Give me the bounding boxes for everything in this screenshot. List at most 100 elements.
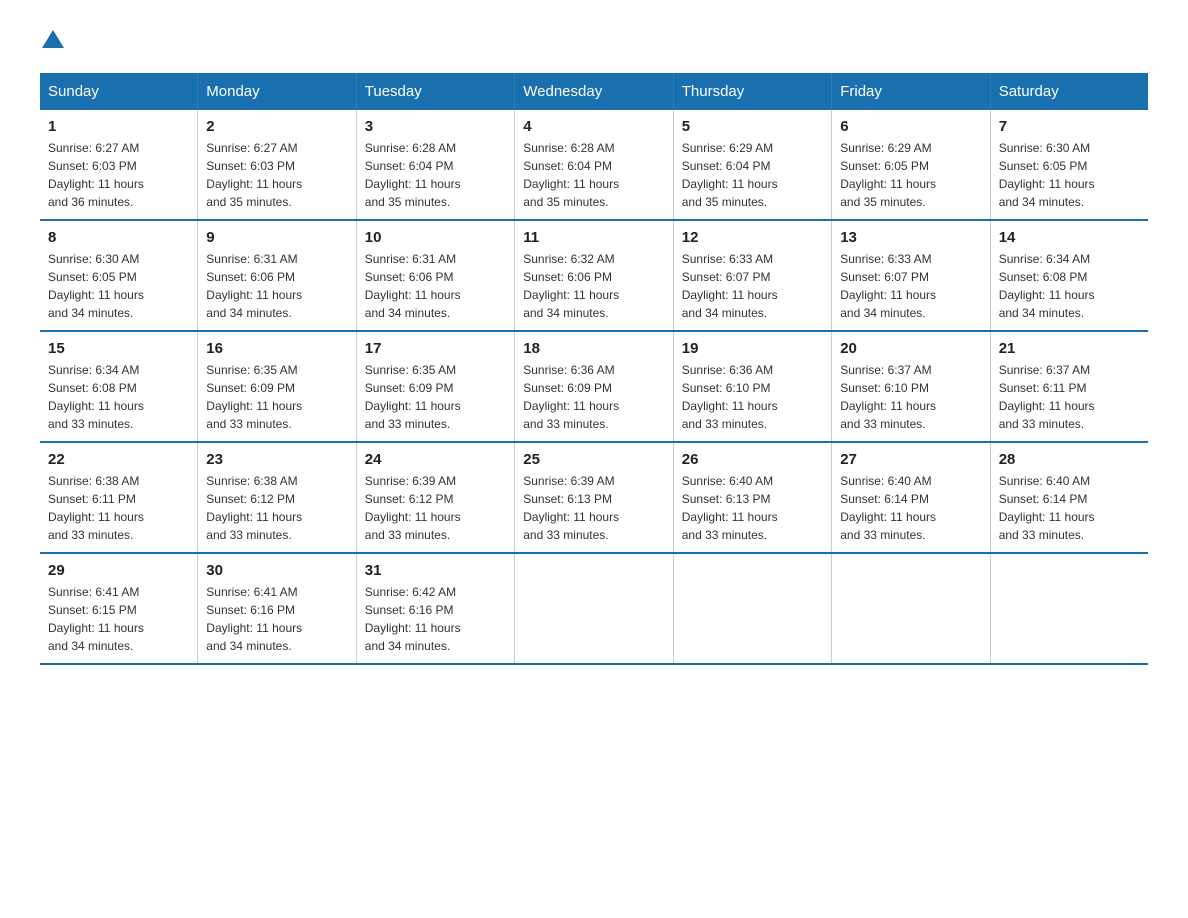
- day-number: 20: [840, 340, 981, 357]
- day-cell: 12 Sunrise: 6:33 AMSunset: 6:07 PMDayligh…: [673, 220, 831, 331]
- day-number: 26: [682, 451, 823, 468]
- day-info: Sunrise: 6:28 AMSunset: 6:04 PMDaylight:…: [523, 139, 664, 211]
- day-cell: 10 Sunrise: 6:31 AMSunset: 6:06 PMDayligh…: [356, 220, 514, 331]
- day-info: Sunrise: 6:38 AMSunset: 6:11 PMDaylight:…: [48, 472, 189, 544]
- day-cell: 21 Sunrise: 6:37 AMSunset: 6:11 PMDayligh…: [990, 331, 1148, 442]
- header-cell-sunday: Sunday: [40, 73, 198, 110]
- day-number: 5: [682, 118, 823, 135]
- day-cell: 8Sunrise: 6:30 AMSunset: 6:05 PMDaylight…: [40, 220, 198, 331]
- header-cell-saturday: Saturday: [990, 73, 1148, 110]
- day-cell: 1Sunrise: 6:27 AMSunset: 6:03 PMDaylight…: [40, 110, 198, 220]
- logo-triangle-icon: [42, 30, 64, 48]
- day-number: 1: [48, 118, 189, 135]
- day-cell: 13 Sunrise: 6:33 AMSunset: 6:07 PMDayligh…: [832, 220, 990, 331]
- header-cell-monday: Monday: [198, 73, 356, 110]
- day-cell: 4 Sunrise: 6:28 AMSunset: 6:04 PMDaylight…: [515, 110, 673, 220]
- day-info: Sunrise: 6:35 AMSunset: 6:09 PMDaylight:…: [206, 361, 347, 433]
- day-cell: 26 Sunrise: 6:40 AMSunset: 6:13 PMDayligh…: [673, 442, 831, 553]
- week-row-1: 1 Sunrise: 6:27 AMSunset: 6:03 PMDaylight…: [40, 110, 1148, 220]
- day-number: 21: [999, 340, 1140, 357]
- day-info: Sunrise: 6:29 AMSunset: 6:05 PMDaylight:…: [840, 139, 981, 211]
- day-cell: 2 Sunrise: 6:27 AMSunset: 6:03 PMDaylight…: [198, 110, 356, 220]
- day-number: 7: [999, 118, 1140, 135]
- day-number: 10: [365, 229, 506, 246]
- day-cell: 30 Sunrise: 6:41 AMSunset: 6:16 PMDayligh…: [198, 553, 356, 664]
- day-cell: [990, 553, 1148, 664]
- day-number: 27: [840, 451, 981, 468]
- day-number: 23: [206, 451, 347, 468]
- day-cell: 3Sunrise: 6:28 AMSunset: 6:04 PMDaylight…: [356, 110, 514, 220]
- day-cell: 15Sunrise: 6:34 AMSunset: 6:08 PMDayligh…: [40, 331, 198, 442]
- day-cell: 28 Sunrise: 6:40 AMSunset: 6:14 PMDayligh…: [990, 442, 1148, 553]
- day-cell: 5 Sunrise: 6:29 AMSunset: 6:04 PMDaylight…: [673, 110, 831, 220]
- day-number: 31: [365, 562, 506, 579]
- day-number: 18: [523, 340, 664, 357]
- day-number: 16: [206, 340, 347, 357]
- day-info: Sunrise: 6:31 AMSunset: 6:06 PMDaylight:…: [206, 250, 347, 322]
- day-cell: 9 Sunrise: 6:31 AMSunset: 6:06 PMDaylight…: [198, 220, 356, 331]
- day-info: Sunrise: 6:35 AMSunset: 6:09 PMDaylight:…: [365, 361, 506, 433]
- day-cell: 19 Sunrise: 6:36 AMSunset: 6:10 PMDayligh…: [673, 331, 831, 442]
- day-cell: 18Sunrise: 6:36 AMSunset: 6:09 PMDayligh…: [515, 331, 673, 442]
- day-info: Sunrise: 6:29 AMSunset: 6:04 PMDaylight:…: [682, 139, 823, 211]
- day-number: 8: [48, 229, 189, 246]
- day-number: 4: [523, 118, 664, 135]
- day-cell: 31 Sunrise: 6:42 AMSunset: 6:16 PMDayligh…: [356, 553, 514, 664]
- day-info: Sunrise: 6:36 AMSunset: 6:10 PMDaylight:…: [682, 361, 823, 433]
- day-number: 30: [206, 562, 347, 579]
- day-info: Sunrise: 6:37 AMSunset: 6:10 PMDaylight:…: [840, 361, 981, 433]
- day-number: 19: [682, 340, 823, 357]
- day-cell: 25 Sunrise: 6:39 AMSunset: 6:13 PMDayligh…: [515, 442, 673, 553]
- day-info: Sunrise: 6:38 AMSunset: 6:12 PMDaylight:…: [206, 472, 347, 544]
- day-info: Sunrise: 6:30 AMSunset: 6:05 PMDaylight:…: [999, 139, 1140, 211]
- week-row-3: 15Sunrise: 6:34 AMSunset: 6:08 PMDayligh…: [40, 331, 1148, 442]
- day-number: 25: [523, 451, 664, 468]
- day-info: Sunrise: 6:40 AMSunset: 6:14 PMDaylight:…: [840, 472, 981, 544]
- day-cell: 29Sunrise: 6:41 AMSunset: 6:15 PMDayligh…: [40, 553, 198, 664]
- page-header: [40, 30, 1148, 53]
- day-number: 12: [682, 229, 823, 246]
- day-cell: 22 Sunrise: 6:38 AMSunset: 6:11 PMDayligh…: [40, 442, 198, 553]
- logo: [40, 30, 64, 53]
- day-cell: [515, 553, 673, 664]
- day-info: Sunrise: 6:31 AMSunset: 6:06 PMDaylight:…: [365, 250, 506, 322]
- day-number: 13: [840, 229, 981, 246]
- week-row-2: 8Sunrise: 6:30 AMSunset: 6:05 PMDaylight…: [40, 220, 1148, 331]
- header-cell-wednesday: Wednesday: [515, 73, 673, 110]
- day-info: Sunrise: 6:40 AMSunset: 6:14 PMDaylight:…: [999, 472, 1140, 544]
- week-row-4: 22 Sunrise: 6:38 AMSunset: 6:11 PMDayligh…: [40, 442, 1148, 553]
- day-number: 9: [206, 229, 347, 246]
- day-number: 24: [365, 451, 506, 468]
- day-number: 6: [840, 118, 981, 135]
- day-info: Sunrise: 6:40 AMSunset: 6:13 PMDaylight:…: [682, 472, 823, 544]
- day-number: 2: [206, 118, 347, 135]
- day-info: Sunrise: 6:27 AMSunset: 6:03 PMDaylight:…: [206, 139, 347, 211]
- day-info: Sunrise: 6:34 AMSunset: 6:08 PMDaylight:…: [48, 361, 189, 433]
- day-cell: 24Sunrise: 6:39 AMSunset: 6:12 PMDayligh…: [356, 442, 514, 553]
- calendar-body: 1 Sunrise: 6:27 AMSunset: 6:03 PMDaylight…: [40, 110, 1148, 664]
- day-number: 22: [48, 451, 189, 468]
- day-cell: 27 Sunrise: 6:40 AMSunset: 6:14 PMDayligh…: [832, 442, 990, 553]
- calendar-header: SundayMondayTuesdayWednesdayThursdayFrid…: [40, 73, 1148, 110]
- day-info: Sunrise: 6:28 AMSunset: 6:04 PMDaylight:…: [365, 139, 506, 211]
- day-cell: 7 Sunrise: 6:30 AMSunset: 6:05 PMDaylight…: [990, 110, 1148, 220]
- header-cell-tuesday: Tuesday: [356, 73, 514, 110]
- day-cell: 16 Sunrise: 6:35 AMSunset: 6:09 PMDayligh…: [198, 331, 356, 442]
- day-info: Sunrise: 6:32 AMSunset: 6:06 PMDaylight:…: [523, 250, 664, 322]
- day-info: Sunrise: 6:41 AMSunset: 6:16 PMDaylight:…: [206, 583, 347, 655]
- day-number: 29: [48, 562, 189, 579]
- header-cell-thursday: Thursday: [673, 73, 831, 110]
- day-info: Sunrise: 6:39 AMSunset: 6:13 PMDaylight:…: [523, 472, 664, 544]
- day-info: Sunrise: 6:42 AMSunset: 6:16 PMDaylight:…: [365, 583, 506, 655]
- day-cell: 6 Sunrise: 6:29 AMSunset: 6:05 PMDaylight…: [832, 110, 990, 220]
- day-number: 28: [999, 451, 1140, 468]
- week-row-5: 29Sunrise: 6:41 AMSunset: 6:15 PMDayligh…: [40, 553, 1148, 664]
- day-cell: 11Sunrise: 6:32 AMSunset: 6:06 PMDayligh…: [515, 220, 673, 331]
- calendar-table: SundayMondayTuesdayWednesdayThursdayFrid…: [40, 73, 1148, 665]
- day-info: Sunrise: 6:33 AMSunset: 6:07 PMDaylight:…: [840, 250, 981, 322]
- day-cell: 20 Sunrise: 6:37 AMSunset: 6:10 PMDayligh…: [832, 331, 990, 442]
- day-cell: [673, 553, 831, 664]
- day-number: 14: [999, 229, 1140, 246]
- day-info: Sunrise: 6:37 AMSunset: 6:11 PMDaylight:…: [999, 361, 1140, 433]
- day-info: Sunrise: 6:33 AMSunset: 6:07 PMDaylight:…: [682, 250, 823, 322]
